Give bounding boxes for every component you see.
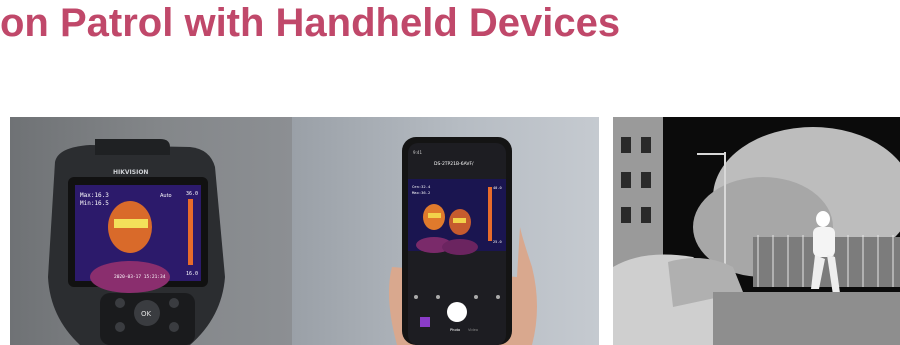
brand-logo-text: HIKVISION — [113, 169, 148, 176]
screen-min-text: Min:16.5 — [80, 200, 109, 207]
photo-handheld-thermal-camera: Max:16.3 Min:16.5 Auto 36.0 16.0 2020-03… — [10, 117, 292, 345]
screen-scale-bottom: 16.0 — [186, 271, 198, 277]
phone-mode-video: Video — [468, 328, 478, 332]
photo-thermal-night-scene — [613, 117, 900, 345]
phone-device-name: DS-2TP21B-6AVF/ — [434, 161, 474, 167]
screen-scale-top: 36.0 — [186, 191, 198, 197]
phone-mode-photo: Photo — [450, 328, 460, 332]
phone-cen-reading: Cen:32.4 — [412, 184, 431, 189]
slide-title: on Patrol with Handheld Devices — [0, 1, 621, 45]
photo-phone-thermal-app: 9:41 DS-2TP21B-6AVF/ Cen:32.4 Max:36.2 4… — [292, 117, 599, 345]
phone-scale-top: 40.0 — [493, 186, 502, 190]
ok-button-label: OK — [141, 310, 152, 318]
phone-status-time: 9:41 — [413, 150, 422, 155]
screen-mode-text: Auto — [160, 193, 172, 199]
phone-scale-bottom: 25.0 — [493, 240, 502, 244]
phone-max-reading: Max:36.2 — [412, 190, 430, 195]
screen-max-text: Max:16.3 — [80, 192, 109, 199]
screen-date-text: 2020-03-17 15:21:34 — [114, 274, 166, 280]
